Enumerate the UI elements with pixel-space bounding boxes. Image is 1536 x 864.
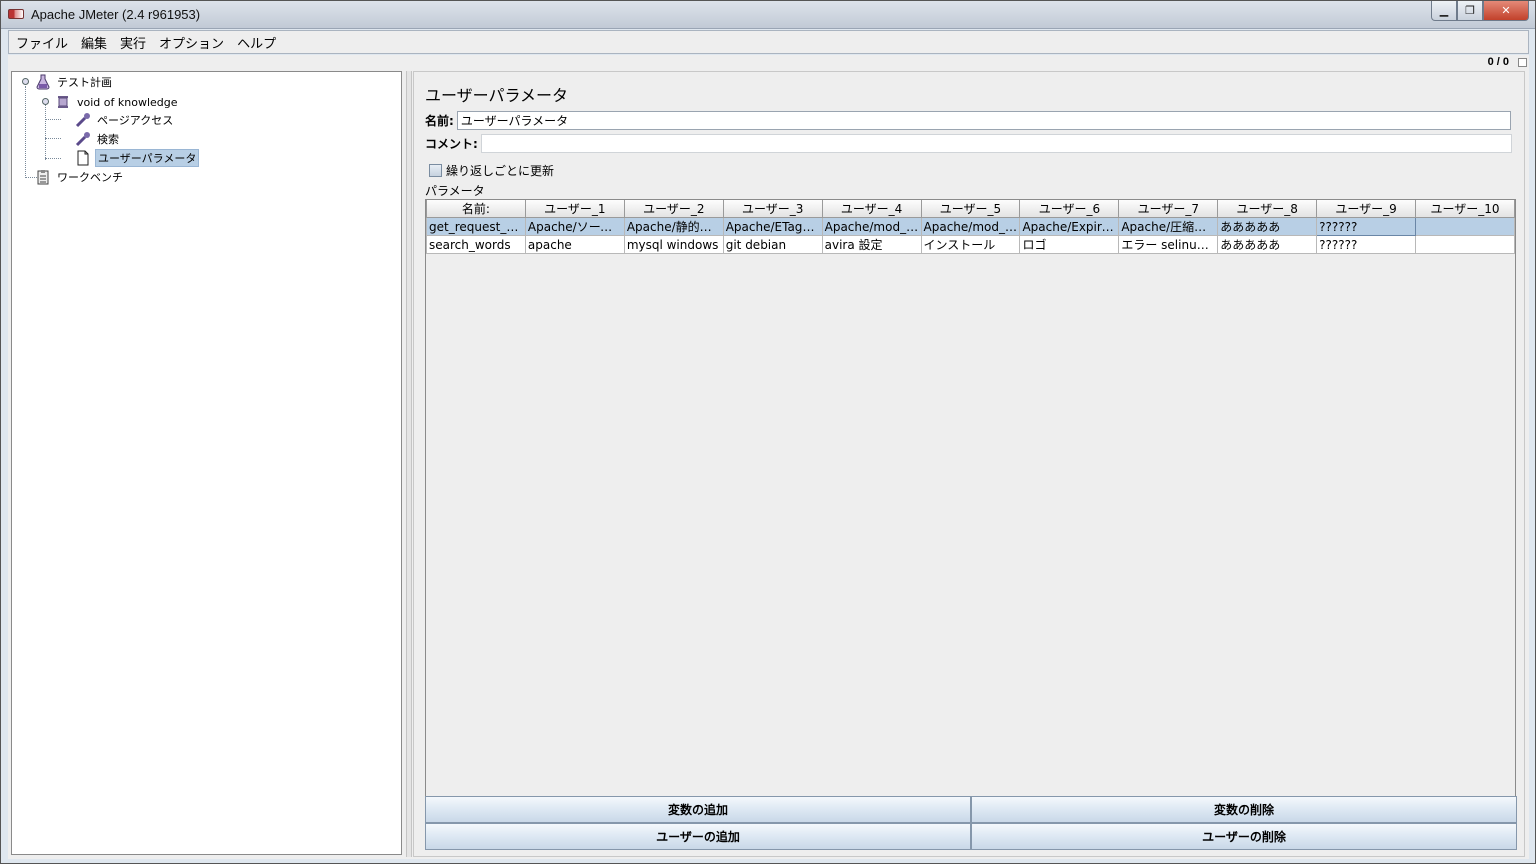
table-cell[interactable]: avira 設定: [821, 235, 922, 254]
comment-label: コメント:: [425, 136, 478, 151]
table-cell[interactable]: ??????: [1316, 235, 1417, 254]
menu-run[interactable]: 実行: [114, 33, 152, 52]
update-each-iteration-row[interactable]: 繰り返しごとに更新: [429, 162, 554, 179]
table-cell[interactable]: あああああ: [1217, 217, 1318, 236]
minimize-button[interactable]: ▁: [1431, 1, 1457, 21]
tree-label: void of knowledge: [77, 95, 178, 109]
column-header[interactable]: ユーザー_8: [1217, 200, 1318, 218]
window-title: Apache JMeter (2.4 r961953): [31, 7, 201, 22]
maximize-button[interactable]: ❐: [1457, 1, 1483, 21]
table-header-row: 名前: ユーザー_1 ユーザー_2 ユーザー_3 ユーザー_4 ユーザー_5 ユ…: [426, 200, 1515, 218]
table-cell[interactable]: あああああ: [1217, 235, 1318, 254]
delete-user-button[interactable]: ユーザーの削除: [971, 823, 1517, 850]
update-each-iteration-checkbox[interactable]: [429, 164, 442, 177]
pipette-icon: [74, 130, 92, 148]
panel-title: ユーザーパラメータ: [425, 86, 569, 105]
clipboard-icon: [34, 168, 52, 186]
spool-icon: [54, 93, 72, 111]
name-label: 名前:: [425, 113, 454, 128]
tree-label: ページアクセス: [97, 114, 174, 127]
update-each-iteration-label: 繰り返しごとに更新: [446, 164, 555, 178]
column-header[interactable]: ユーザー_9: [1316, 200, 1417, 218]
table-cell[interactable]: [1415, 217, 1515, 236]
tree-label: 検索: [97, 133, 119, 146]
delete-variable-button[interactable]: 変数の削除: [971, 796, 1517, 823]
add-variable-button[interactable]: 変数の追加: [425, 796, 971, 823]
table-cell[interactable]: Apache/mod_p...: [920, 217, 1021, 236]
pipette-icon: [74, 111, 92, 129]
table-cell[interactable]: ??????: [1316, 217, 1417, 236]
table-cell[interactable]: get_request_qu...: [426, 217, 526, 236]
table-cell[interactable]: Apache/ETagを...: [722, 217, 823, 236]
close-button[interactable]: ✕: [1483, 1, 1529, 21]
name-row: 名前:: [425, 110, 1511, 130]
name-input[interactable]: [456, 110, 1511, 130]
thread-counter: 0 / 0: [1487, 56, 1509, 68]
tree-item-user-parameters[interactable]: ユーザーパラメータ: [74, 149, 200, 167]
table-cell[interactable]: git debian: [722, 235, 823, 254]
table-cell[interactable]: インストール: [920, 235, 1021, 254]
tree-item-search[interactable]: 検索: [74, 130, 121, 148]
parameters-table[interactable]: 名前: ユーザー_1 ユーザー_2 ユーザー_3 ユーザー_4 ユーザー_5 ユ…: [425, 199, 1516, 797]
tree-label: テスト計画: [57, 76, 112, 89]
window-controls: ▁ ❐ ✕: [1431, 1, 1529, 21]
tree-label: ユーザーパラメータ: [95, 149, 200, 167]
split-pane-divider[interactable]: [406, 71, 412, 857]
parameters-label: パラメータ: [425, 184, 485, 198]
menu-bar: ファイル 編集 実行 オプション ヘルプ: [8, 30, 1529, 54]
table-cell[interactable]: エラー selinux c...: [1118, 235, 1219, 254]
run-indicator: [1518, 58, 1527, 67]
column-header[interactable]: ユーザー_3: [722, 200, 823, 218]
column-header[interactable]: ユーザー_10: [1415, 200, 1515, 218]
menu-help[interactable]: ヘルプ: [231, 33, 282, 52]
tree-label: ワークベンチ: [57, 171, 123, 184]
column-header[interactable]: ユーザー_4: [821, 200, 922, 218]
table-cell[interactable]: Apache/静的組...: [623, 217, 724, 236]
menu-edit[interactable]: 編集: [75, 33, 113, 52]
menu-options[interactable]: オプション: [153, 33, 230, 52]
add-user-button[interactable]: ユーザーの追加: [425, 823, 971, 850]
column-header[interactable]: ユーザー_5: [920, 200, 1021, 218]
expand-handle-icon[interactable]: [42, 98, 49, 105]
comment-row: コメント:: [425, 133, 1512, 153]
table-cell[interactable]: apache: [524, 235, 625, 254]
column-header[interactable]: ユーザー_7: [1118, 200, 1219, 218]
table-cell[interactable]: Apache/ソース...: [524, 217, 625, 236]
flask-icon: [34, 73, 52, 91]
table-cell[interactable]: Apache/圧縮通...: [1118, 217, 1219, 236]
tree-item-workbench[interactable]: ワークベンチ: [34, 168, 125, 186]
column-header[interactable]: ユーザー_6: [1019, 200, 1120, 218]
tree-item-thread-group[interactable]: void of knowledge: [54, 93, 180, 111]
expand-handle-icon[interactable]: [22, 78, 29, 85]
menu-file[interactable]: ファイル: [10, 33, 74, 52]
table-row[interactable]: get_request_qu... Apache/ソース... Apache/静…: [426, 217, 1515, 236]
comment-input[interactable]: [480, 133, 1512, 153]
table-cell[interactable]: Apache/Expires...: [1019, 217, 1120, 236]
main-content: 0 / 0 テスト計画 void of knowledge ページアクセス 検索…: [8, 55, 1529, 859]
document-icon: [74, 149, 92, 167]
test-tree[interactable]: テスト計画 void of knowledge ページアクセス 検索 ユーザーパ…: [11, 71, 402, 855]
column-header[interactable]: ユーザー_2: [623, 200, 724, 218]
table-cell[interactable]: Apache/mod_p...: [821, 217, 922, 236]
tree-item-page-access[interactable]: ページアクセス: [74, 111, 175, 129]
app-window: Apache JMeter (2.4 r961953) ▁ ❐ ✕ ファイル 編…: [0, 0, 1536, 864]
user-parameters-panel: ユーザーパラメータ 名前: コメント: 繰り返しごとに更新 パラメータ 名前:: [413, 71, 1525, 857]
title-bar[interactable]: Apache JMeter (2.4 r961953) ▁ ❐ ✕: [1, 1, 1535, 29]
parameter-buttons: 変数の追加 変数の削除 ユーザーの追加 ユーザーの削除: [425, 796, 1517, 850]
column-header[interactable]: 名前:: [426, 200, 526, 218]
column-header[interactable]: ユーザー_1: [524, 200, 625, 218]
table-cell[interactable]: search_words: [426, 235, 526, 254]
jmeter-app-icon: [8, 9, 24, 19]
table-cell[interactable]: ロゴ: [1019, 235, 1120, 254]
table-row[interactable]: search_words apache mysql windows git de…: [426, 235, 1515, 254]
tree-item-test-plan[interactable]: テスト計画: [34, 73, 114, 91]
table-cell[interactable]: mysql windows: [623, 235, 724, 254]
table-cell[interactable]: [1415, 235, 1515, 254]
